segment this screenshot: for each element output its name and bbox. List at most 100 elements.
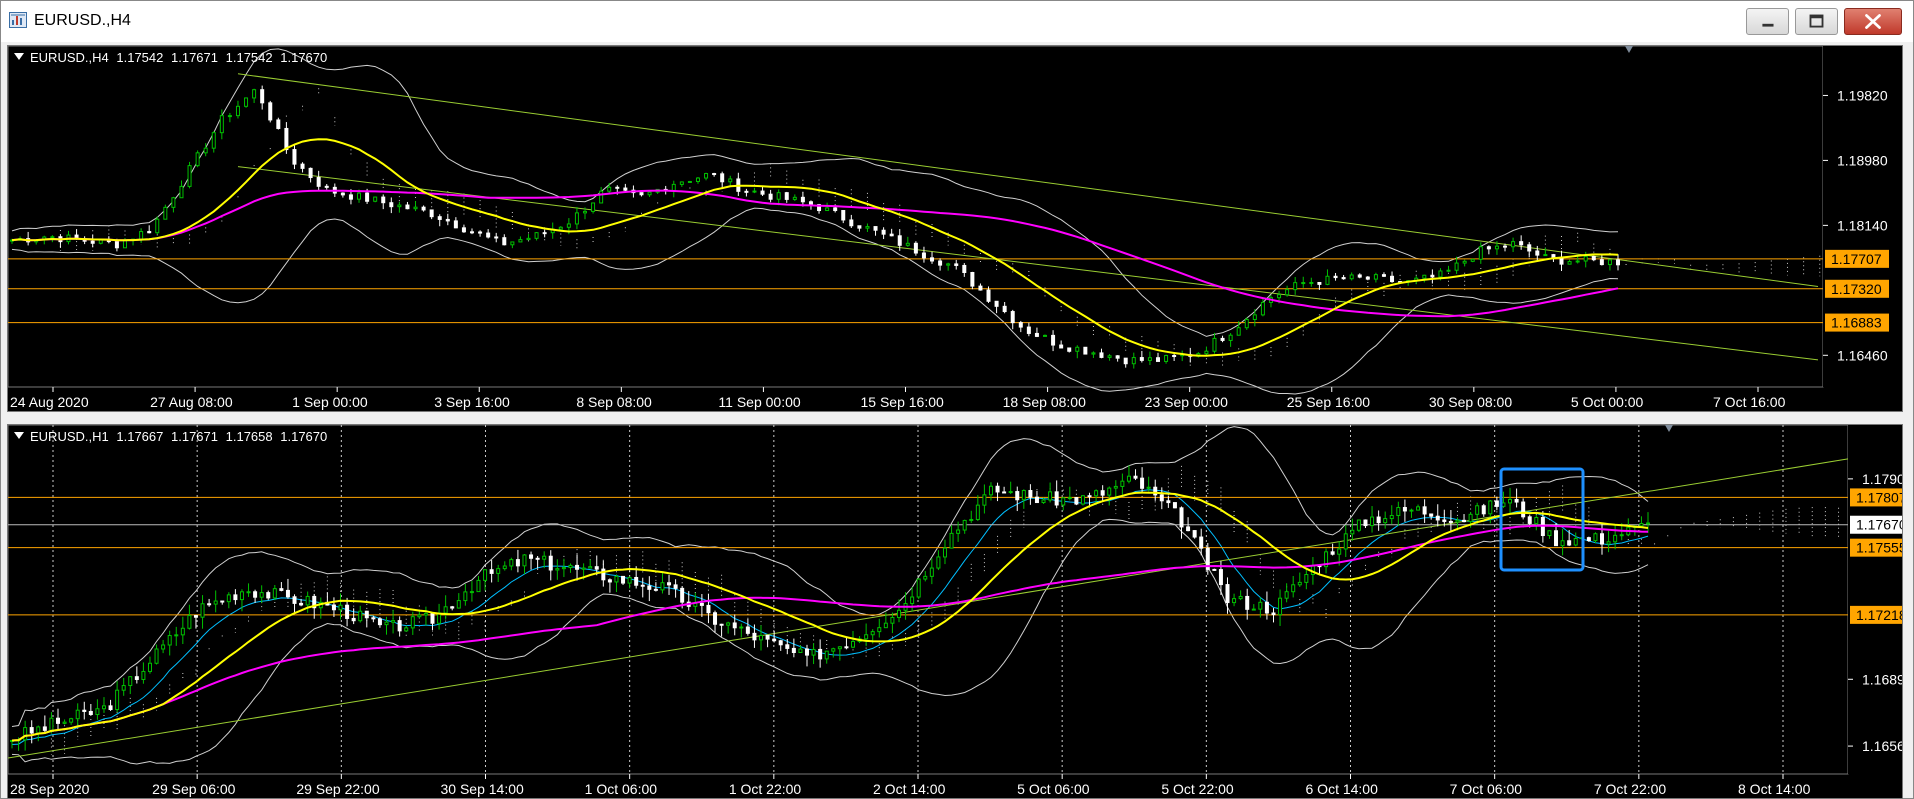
time-axis-label: 24 Aug 2020 — [10, 394, 89, 410]
title-bar[interactable]: EURUSD.,H4 — [1, 1, 1913, 42]
candle-body — [377, 618, 382, 626]
h4-chart-canvas[interactable]: 1.19820 1.18980 1.18140 1.16460 1.17707 1.173… — [8, 46, 1903, 412]
h4-high: 1.17671 — [171, 50, 218, 65]
candle-body — [841, 210, 846, 221]
candle-body — [995, 485, 1000, 493]
candle-body — [1422, 274, 1427, 279]
candle-body — [712, 173, 717, 176]
candle-body — [896, 609, 901, 618]
candle-body — [1285, 289, 1290, 296]
h1-high: 1.17671 — [171, 429, 218, 444]
h4-close: 1.17670 — [280, 50, 328, 65]
close-button[interactable] — [1844, 8, 1902, 35]
candle-body — [180, 627, 185, 636]
candle-body — [345, 604, 350, 619]
candle-body — [1373, 274, 1378, 280]
candle-body — [1599, 259, 1604, 266]
candle-body — [1074, 497, 1079, 505]
candle-body — [1567, 540, 1572, 546]
ichimoku-cloud — [50, 465, 1840, 756]
candle-body — [62, 721, 67, 724]
minimize-icon — [1762, 23, 1774, 27]
moving-average-fast — [11, 491, 1649, 742]
candle-body — [704, 173, 709, 179]
candle-body — [423, 613, 428, 616]
candle-body — [962, 264, 967, 273]
maximize-button[interactable] — [1795, 8, 1838, 35]
candle-body — [90, 240, 95, 244]
candle-body — [1021, 489, 1026, 501]
candle-body — [389, 202, 394, 208]
candle-body — [671, 183, 676, 192]
candle-body — [784, 192, 789, 200]
h4-chart-panel[interactable]: 1.19820 1.18980 1.18140 1.16460 1.17707 1.173… — [7, 45, 1903, 412]
price-tag-label: 1.17670 — [1856, 517, 1903, 533]
candle-body — [75, 709, 80, 720]
candle-body — [171, 197, 176, 208]
candle-body — [1002, 305, 1007, 313]
candle-body — [268, 102, 273, 121]
candle-body — [921, 252, 926, 259]
candle-body — [791, 647, 796, 654]
minimize-button[interactable] — [1746, 8, 1789, 35]
candle-body — [227, 115, 232, 118]
candle-body — [244, 97, 249, 107]
candle-body — [496, 568, 501, 574]
candle-body — [1519, 241, 1524, 246]
candle-body — [1543, 254, 1548, 257]
candle-body — [108, 705, 113, 711]
candle-body — [1192, 530, 1197, 538]
candle-body — [768, 193, 773, 200]
candle-body — [679, 181, 684, 185]
candle-body — [1494, 500, 1499, 507]
candle-body — [687, 180, 692, 183]
candle-body — [582, 210, 587, 214]
candle-body — [1356, 519, 1361, 531]
candle-body — [792, 196, 797, 200]
candle-body — [1008, 491, 1013, 494]
h1-chart-panel[interactable]: 1.17900 1.16895 1.16560 1.17807 1.17670 1.175… — [7, 424, 1903, 799]
collapse-triangle-icon[interactable] — [14, 432, 24, 439]
candle-body — [29, 727, 34, 734]
candle-body — [259, 592, 264, 598]
candle-body — [745, 626, 750, 634]
candle-body — [916, 578, 921, 598]
candle-body — [1409, 509, 1414, 512]
candle-body — [942, 547, 947, 558]
candle-body — [305, 595, 310, 606]
time-axis-label: 25 Sep 16:00 — [1287, 394, 1371, 410]
moving-average-fast — [11, 138, 1619, 357]
candle-body — [1113, 485, 1118, 489]
price-tag-label: 1.16883 — [1831, 315, 1882, 331]
candle-body — [720, 173, 725, 183]
candle-body — [1015, 491, 1020, 501]
candle-body — [574, 212, 579, 225]
candle-body — [1120, 480, 1125, 487]
candle-body — [785, 644, 790, 649]
candle-body — [1067, 347, 1072, 352]
candle-body — [849, 219, 854, 227]
candle-body — [986, 289, 991, 302]
candle-body — [42, 726, 47, 731]
candle-body — [163, 206, 168, 220]
candle-body — [351, 617, 356, 622]
time-axis-label: 5 Oct 00:00 — [1571, 394, 1644, 410]
candle-body — [252, 89, 257, 99]
candle-body — [881, 229, 886, 235]
candle-body — [673, 584, 678, 589]
candle-body — [1422, 506, 1427, 515]
candle-body — [50, 236, 55, 239]
candle-body — [1341, 277, 1346, 280]
candle-body — [1470, 258, 1475, 262]
candle-body — [811, 648, 816, 656]
candle-body — [1054, 491, 1059, 506]
kijun-line — [11, 489, 1649, 745]
collapse-triangle-icon[interactable] — [14, 53, 24, 60]
candle-body — [470, 231, 475, 234]
candle-body — [478, 231, 483, 234]
candle-body — [1067, 497, 1072, 500]
candle-body — [1583, 255, 1588, 262]
candle-body — [778, 640, 783, 646]
h1-chart-canvas[interactable]: 1.17900 1.16895 1.16560 1.17807 1.17670 1.175… — [8, 425, 1903, 799]
price-axis-label: 1.16460 — [1837, 347, 1888, 363]
